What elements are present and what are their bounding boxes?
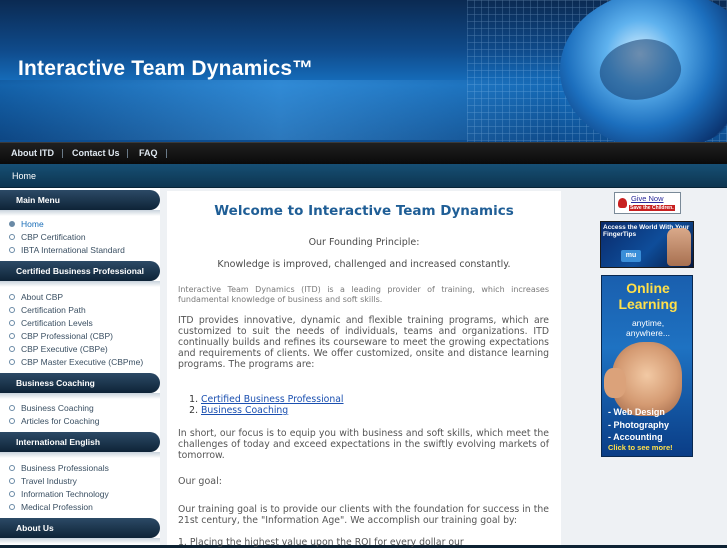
nav-link-contact-us[interactable]: Contact Us <box>72 148 120 158</box>
menu-heading-about-us: About Us <box>0 518 160 538</box>
nav-separator <box>127 149 128 158</box>
bullet-icon <box>9 504 15 510</box>
bullet-icon <box>9 234 15 240</box>
sidebar-item-medical-profession[interactable]: Medical Profession <box>9 502 93 514</box>
site-header: Interactive Team Dynamics™ <box>0 0 727 142</box>
nav-link-about-itd[interactable]: About ITD <box>11 148 54 158</box>
bullet-icon <box>9 478 15 484</box>
bullet-icon <box>9 491 15 497</box>
menu-heading-main-menu: Main Menu <box>0 190 160 210</box>
program-link-business-coaching[interactable]: Business Coaching <box>201 405 288 416</box>
focus-paragraph: In short, our focus is to equip you with… <box>178 428 549 461</box>
heart-hand-icon <box>618 198 627 208</box>
sidebar-item-cbp-professional[interactable]: CBP Professional (CBP) <box>9 331 113 343</box>
course-list: - Web Design - Photography - Accounting <box>608 406 669 444</box>
breadcrumb: Home <box>0 164 727 188</box>
list-item: Business Coaching <box>201 405 344 416</box>
sidebar-item-cbp-executive[interactable]: CBP Executive (CBPe) <box>9 344 108 356</box>
click-to-see-more-text: Click to see more! <box>608 443 673 452</box>
list-item: Certified Business Professional <box>201 394 344 405</box>
page-heading: Welcome to Interactive Team Dynamics <box>214 203 514 219</box>
intro-paragraph: Interactive Team Dynamics (ITD) is a lea… <box>178 285 549 304</box>
bullet-icon <box>9 247 15 253</box>
breadcrumb-home-link[interactable]: Home <box>12 171 36 181</box>
sidebar-item-information-technology[interactable]: Information Technology <box>9 489 109 501</box>
bullet-icon <box>9 346 15 352</box>
learning-title: Learning <box>618 296 678 312</box>
access-world-banner[interactable]: Access the World With Your FingerTips mu <box>600 221 694 268</box>
bullet-icon <box>9 418 15 424</box>
programs-list: Certified Business Professional Business… <box>201 394 344 416</box>
anytime-text: anytime, <box>631 318 665 328</box>
nav-separator <box>166 149 167 158</box>
sidebar-item-cbp-master-executive[interactable]: CBP Master Executive (CBPme) <box>9 357 143 369</box>
sidebar-item-cbp-certification[interactable]: CBP Certification <box>9 232 86 244</box>
right-sidebar: Give Now Save the Children. Access the W… <box>568 188 727 545</box>
top-nav: About ITD Contact Us FAQ <box>0 142 727 164</box>
main-content-area: Welcome to Interactive Team Dynamics Our… <box>160 188 568 548</box>
hand-image <box>667 228 691 266</box>
nav-link-faq[interactable]: FAQ <box>139 148 158 158</box>
sidebar-item-articles-coaching[interactable]: Articles for Coaching <box>9 416 99 428</box>
online-learning-banner[interactable]: Online Learning anytime, anywhere... - W… <box>601 275 693 457</box>
sidebar-item-certification-path[interactable]: Certification Path <box>9 305 86 317</box>
nav-separator <box>62 149 63 158</box>
access-badge-logo: mu <box>621 250 641 262</box>
goal-heading: Our goal: <box>178 476 222 487</box>
sidebar-item-ibta-standard[interactable]: IBTA International Standard <box>9 245 125 257</box>
ok-hand-image <box>604 368 626 398</box>
sidebar-item-business-coaching[interactable]: Business Coaching <box>9 403 94 415</box>
list-item: - Photography <box>608 419 669 430</box>
sidebar-item-business-professionals[interactable]: Business Professionals <box>9 463 109 475</box>
list-item: - Web Design <box>608 407 665 417</box>
goal-paragraph: Our training goal is to provide our clie… <box>178 504 549 526</box>
online-title: Online <box>626 280 670 296</box>
give-now-text: Give Now <box>631 194 664 203</box>
bullet-icon <box>9 359 15 365</box>
programs-paragraph: ITD provides innovative, dynamic and fle… <box>178 315 549 370</box>
sidebar-item-certification-levels[interactable]: Certification Levels <box>9 318 93 330</box>
sidebar-item-about-cbp[interactable]: About CBP <box>9 292 63 304</box>
sidebar-item-home[interactable]: Home <box>9 219 44 231</box>
program-link-cbp[interactable]: Certified Business Professional <box>201 394 344 405</box>
give-now-banner[interactable]: Give Now Save the Children. <box>614 192 681 214</box>
content-panel: Welcome to Interactive Team Dynamics Our… <box>167 191 561 548</box>
bullet-icon <box>9 307 15 313</box>
goal-item-1: 1. Placing the highest value upon the RO… <box>178 537 464 548</box>
bullet-icon <box>9 320 15 326</box>
bullet-icon <box>9 465 15 471</box>
sidebar-item-travel-industry[interactable]: Travel Industry <box>9 476 77 488</box>
menu-heading-cbp: Certified Business Professional <box>0 261 160 281</box>
anywhere-text: anywhere... <box>626 328 670 338</box>
site-title: Interactive Team Dynamics™ <box>18 57 314 80</box>
founding-principle-motto: Knowledge is improved, challenged and in… <box>217 259 511 270</box>
list-item: - Accounting <box>608 432 663 442</box>
bullet-icon <box>9 405 15 411</box>
bullet-icon <box>9 333 15 339</box>
founding-principle-label: Our Founding Principle: <box>308 237 420 248</box>
bullet-icon <box>9 294 15 300</box>
bullet-icon <box>9 221 15 227</box>
menu-heading-business-coaching: Business Coaching <box>0 373 160 393</box>
save-the-children-text: Save the Children. <box>629 205 675 211</box>
left-sidebar: Main Menu Home CBP Certification IBTA In… <box>0 188 160 545</box>
menu-heading-international-english: International English <box>0 432 160 452</box>
